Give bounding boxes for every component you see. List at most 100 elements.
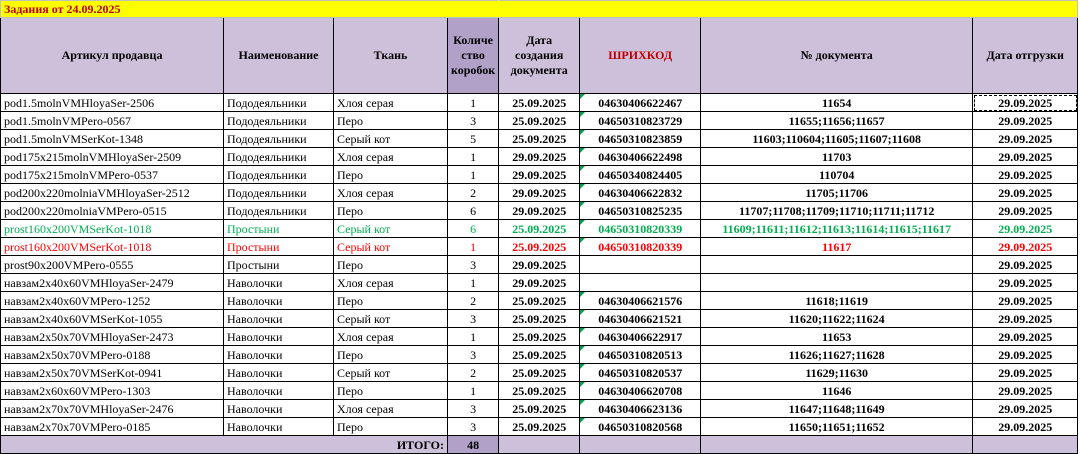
- cell-docnum[interactable]: 11705;11706: [700, 183, 974, 202]
- cell-created[interactable]: 25.09.2025: [498, 399, 581, 418]
- cell-ship[interactable]: 29.09.2025: [972, 111, 1079, 130]
- cell-qty[interactable]: 1: [446, 237, 500, 256]
- cell-created[interactable]: 25.09.2025: [498, 381, 581, 400]
- cell-fabric[interactable]: Хлоя серая: [333, 147, 448, 166]
- cell-sku[interactable]: навзам2х70х70VMPero-0185: [0, 417, 224, 436]
- cell-created[interactable]: 25.09.2025: [498, 309, 581, 328]
- cell-name[interactable]: Наволочки: [223, 291, 334, 310]
- cell-name[interactable]: Пододеяльники: [223, 183, 334, 202]
- cell-barcode[interactable]: 04630406622467: [579, 93, 702, 112]
- cell-ship[interactable]: 29.09.2025: [972, 273, 1079, 292]
- cell-qty[interactable]: 5: [446, 129, 500, 148]
- cell-ship[interactable]: 29.09.2025: [972, 291, 1079, 310]
- header-name[interactable]: Наименование: [223, 17, 334, 94]
- sheet-title[interactable]: Задания от 24.09.2025: [0, 0, 500, 18]
- total-empty-cell[interactable]: [579, 435, 702, 454]
- cell-sku[interactable]: навзам2х60х60VMPero-1303: [0, 381, 224, 400]
- cell-fabric[interactable]: Перо: [333, 111, 448, 130]
- cell-fabric[interactable]: Перо: [333, 201, 448, 220]
- cell-sku[interactable]: навзам2х40х60VMPero-1252: [0, 291, 224, 310]
- cell-barcode[interactable]: 04650310823729: [579, 111, 702, 130]
- cell-name[interactable]: Наволочки: [223, 399, 334, 418]
- cell-barcode[interactable]: 04650310825235: [579, 201, 702, 220]
- cell-name[interactable]: Пододеяльники: [223, 165, 334, 184]
- cell-name[interactable]: Пододеяльники: [223, 129, 334, 148]
- cell-fabric[interactable]: Серый кот: [333, 309, 448, 328]
- cell-docnum[interactable]: 11620;11622;11624: [700, 309, 974, 328]
- cell-sku[interactable]: pod1.5molnVMSerKot-1348: [0, 129, 224, 148]
- cell-qty[interactable]: 2: [446, 183, 500, 202]
- cell-barcode[interactable]: 04630406622498: [579, 147, 702, 166]
- cell-sku[interactable]: навзам2х40х60VMSerKot-1055: [0, 309, 224, 328]
- cell-fabric[interactable]: Хлоя серая: [333, 399, 448, 418]
- cell-barcode[interactable]: 04630406621576: [579, 291, 702, 310]
- total-empty-cell[interactable]: [498, 435, 581, 454]
- cell-qty[interactable]: 1: [446, 327, 500, 346]
- cell-barcode[interactable]: [579, 255, 702, 274]
- cell-created[interactable]: 29.09.2025: [498, 255, 581, 274]
- cell-qty[interactable]: 1: [446, 273, 500, 292]
- cell-sku[interactable]: pod200x220molniaVMHloyaSer-2512: [0, 183, 224, 202]
- cell-sku[interactable]: pod1.5molnVMPero-0567: [0, 111, 224, 130]
- cell-created[interactable]: 25.09.2025: [498, 363, 581, 382]
- cell-sku[interactable]: prost160x200VMSerKot-1018: [0, 219, 224, 238]
- cell-sku[interactable]: навзам2х70х70VMHloyaSer-2476: [0, 399, 224, 418]
- cell-sku[interactable]: pod175x215molnVMHloyaSer-2509: [0, 147, 224, 166]
- header-qty[interactable]: Количе ство коробок: [446, 17, 500, 94]
- cell-barcode[interactable]: 04650310820339: [579, 237, 702, 256]
- cell-qty[interactable]: 3: [446, 255, 500, 274]
- cell-ship[interactable]: 29.09.2025: [972, 147, 1079, 166]
- cell-qty[interactable]: 6: [446, 201, 500, 220]
- cell-barcode[interactable]: 04650310820339: [579, 219, 702, 238]
- cell-fabric[interactable]: Перо: [333, 255, 448, 274]
- cell-name[interactable]: Пододеяльники: [223, 93, 334, 112]
- cell-name[interactable]: Наволочки: [223, 345, 334, 364]
- cell-fabric[interactable]: Перо: [333, 381, 448, 400]
- cell-barcode[interactable]: 04630406622917: [579, 327, 702, 346]
- cell-barcode[interactable]: 04630406623136: [579, 399, 702, 418]
- cell-name[interactable]: Простыни: [223, 219, 334, 238]
- cell-sku[interactable]: навзам2х40х60VMHloyaSer-2479: [0, 273, 224, 292]
- cell-fabric[interactable]: Перо: [333, 165, 448, 184]
- cell-name[interactable]: Пододеяльники: [223, 147, 334, 166]
- cell-ship[interactable]: 29.09.2025: [972, 219, 1079, 238]
- total-empty-cell[interactable]: [972, 435, 1079, 454]
- cell-fabric[interactable]: Серый кот: [333, 363, 448, 382]
- cell-fabric[interactable]: Перо: [333, 345, 448, 364]
- total-label[interactable]: ИТОГО:: [0, 435, 448, 454]
- cell-ship[interactable]: 29.09.2025: [972, 201, 1079, 220]
- cell-qty[interactable]: 2: [446, 363, 500, 382]
- cell-sku[interactable]: prost160x200VMSerKot-1018: [0, 237, 224, 256]
- cell-created[interactable]: 25.09.2025: [498, 327, 581, 346]
- cell-docnum[interactable]: 11609;11611;11612;11613;11614;11615;1161…: [700, 219, 974, 238]
- cell-docnum[interactable]: 11626;11627;11628: [700, 345, 974, 364]
- header-sku[interactable]: Артикул продавца: [0, 17, 224, 94]
- cell-docnum[interactable]: 11618;11619: [700, 291, 974, 310]
- cell-name[interactable]: Наволочки: [223, 327, 334, 346]
- cell-created[interactable]: 29.09.2025: [498, 201, 581, 220]
- cell-name[interactable]: Простыни: [223, 237, 334, 256]
- cell-name[interactable]: Наволочки: [223, 309, 334, 328]
- cell-ship[interactable]: 29.09.2025: [972, 345, 1079, 364]
- cell-sku[interactable]: pod1.5molnVMHloyaSer-2506: [0, 93, 224, 112]
- header-created[interactable]: Дата создания документа: [498, 17, 581, 94]
- cell-name[interactable]: Пододеяльники: [223, 201, 334, 220]
- cell-ship[interactable]: 29.09.2025: [972, 363, 1079, 382]
- cell-sku[interactable]: pod200x220molniaVMPero-0515: [0, 201, 224, 220]
- cell-qty[interactable]: 1: [446, 147, 500, 166]
- cell-ship[interactable]: 29.09.2025: [972, 399, 1079, 418]
- cell-name[interactable]: Наволочки: [223, 381, 334, 400]
- cell-docnum[interactable]: [700, 255, 974, 274]
- cell-docnum[interactable]: 11655;11656;11657: [700, 111, 974, 130]
- cell-name[interactable]: Наволочки: [223, 417, 334, 436]
- header-docnum[interactable]: № документа: [700, 17, 974, 94]
- cell-docnum[interactable]: [700, 273, 974, 292]
- cell-qty[interactable]: 6: [446, 219, 500, 238]
- cell-docnum[interactable]: 11650;11651;11652: [700, 417, 974, 436]
- cell-created[interactable]: 29.09.2025: [498, 183, 581, 202]
- cell-docnum[interactable]: 11707;11708;11709;11710;11711;11712: [700, 201, 974, 220]
- header-barcode[interactable]: ШРИХКОД: [579, 17, 702, 94]
- cell-ship[interactable]: 29.09.2025: [972, 93, 1079, 112]
- cell-name[interactable]: Наволочки: [223, 273, 334, 292]
- cell-fabric[interactable]: Хлоя серая: [333, 183, 448, 202]
